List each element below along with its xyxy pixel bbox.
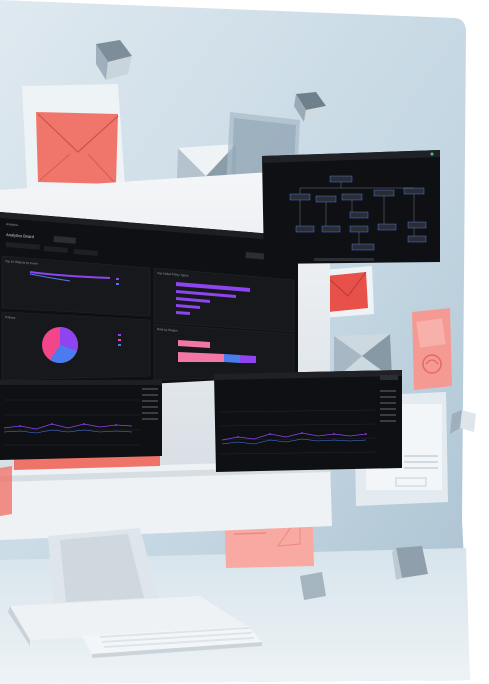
- window-action-button[interactable]: [380, 375, 398, 380]
- hero-illustration: Analytics Analytics Board Top 10 Objects…: [0, 0, 476, 684]
- line-chart-window-right: [214, 370, 402, 472]
- dashboard-screen: Analytics Analytics Board Top 10 Objects…: [0, 212, 298, 392]
- cube-icon: [300, 572, 326, 600]
- panel-data-region: Data by Region: [153, 323, 295, 381]
- cube-icon: [450, 410, 476, 434]
- document-icon: [412, 308, 452, 390]
- workflow-window: [262, 150, 440, 264]
- panel-policies-pie: Policies: [1, 311, 151, 381]
- line-chart-window-left: [0, 380, 162, 460]
- panel-title: Policies: [5, 315, 16, 320]
